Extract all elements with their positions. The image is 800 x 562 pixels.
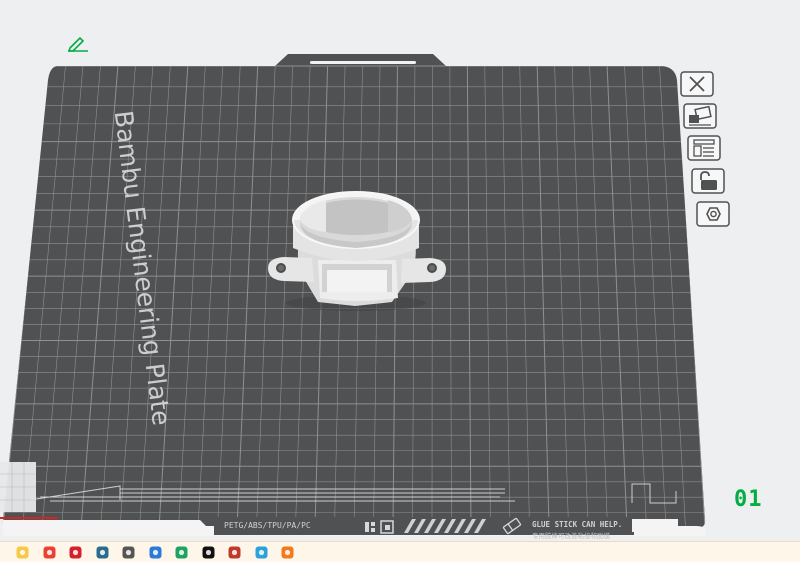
bambu-studio-icon[interactable] [96,546,109,559]
close-plate-button[interactable] [680,71,714,97]
app-icon[interactable] [122,546,135,559]
file-explorer-icon[interactable] [16,546,29,559]
tiktok-icon[interactable] [202,546,215,559]
rename-plate-icon[interactable] [66,36,90,52]
plate-handle [310,61,416,64]
sheets-icon[interactable] [175,546,188,559]
opera-icon[interactable] [69,546,82,559]
filament-types-label: PETG/ABS/TPU/PA/PC [224,521,311,530]
arrange-icon [683,103,717,129]
hexagon-nut-icon [696,201,730,227]
unlock-icon [691,168,725,194]
plate-index[interactable]: 01 [734,486,774,514]
glue-notice-cn: 专用胶棒可改善粘接和脱模 [532,530,610,540]
mail-icon[interactable] [149,546,162,559]
plate-settings-button[interactable] [687,135,721,161]
lock-plate-button[interactable] [691,168,725,194]
record-icon[interactable] [228,546,241,559]
close-icon [680,71,714,97]
taskbar [0,541,800,562]
orange-app-icon[interactable] [281,546,294,559]
chrome-icon[interactable] [43,546,56,559]
layout-icon [687,135,721,161]
plate-filament-button[interactable] [696,201,730,227]
telegram-icon[interactable] [255,546,268,559]
plate-serial-label [632,519,678,532]
arrange-button[interactable] [683,103,717,129]
glue-notice: GLUE STICK CAN HELP. [532,520,622,529]
